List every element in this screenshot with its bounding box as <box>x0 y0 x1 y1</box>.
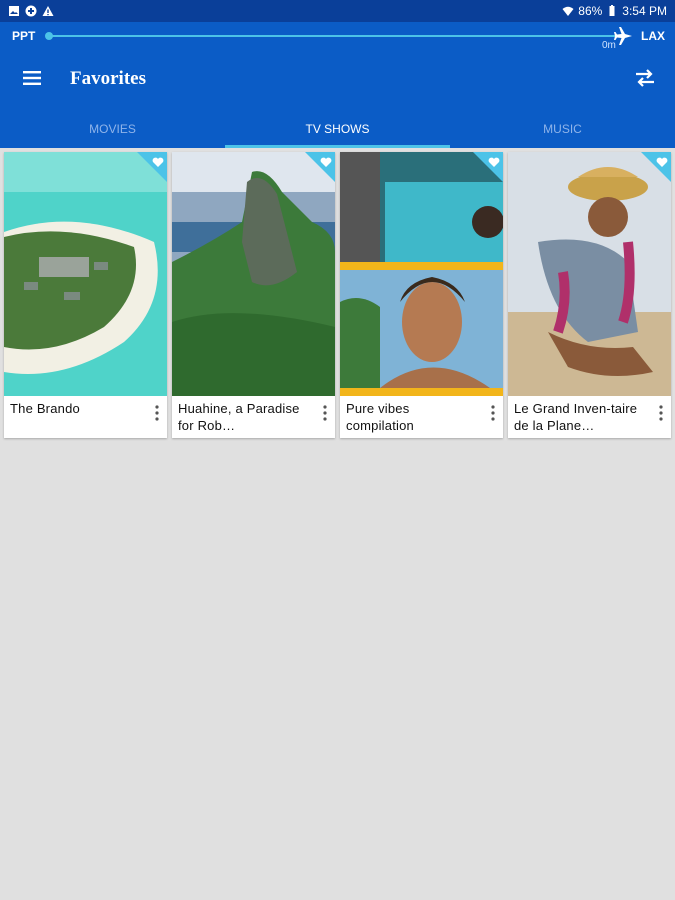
app-header: PPT 0m LAX Favorites MOVIES TV SHOWS MUS… <box>0 22 675 148</box>
favorite-heart-icon[interactable] <box>641 152 671 182</box>
favorite-card[interactable]: Le Grand Inven-taire de la Plane… <box>508 152 671 438</box>
card-title: Huahine, a Paradise for Rob… <box>178 401 300 433</box>
clock: 3:54 PM <box>622 4 667 18</box>
favorite-card[interactable]: Huahine, a Paradise for Rob… <box>172 152 335 438</box>
category-tabs: MOVIES TV SHOWS MUSIC <box>0 114 675 148</box>
tab-tv-shows[interactable]: TV SHOWS <box>225 114 450 148</box>
wifi-icon <box>562 6 574 16</box>
favorite-heart-icon[interactable] <box>305 152 335 182</box>
flight-progress: PPT 0m LAX <box>0 22 675 51</box>
destination-code: LAX <box>641 29 665 43</box>
tab-movies[interactable]: MOVIES <box>0 114 225 148</box>
more-options-icon[interactable] <box>151 404 163 422</box>
thumbnail-image <box>508 152 671 396</box>
more-options-icon[interactable] <box>655 404 667 422</box>
card-title: The Brando <box>10 401 80 416</box>
menu-icon[interactable] <box>20 66 44 90</box>
warning-icon <box>42 6 54 16</box>
favorite-heart-icon[interactable] <box>137 152 167 182</box>
airplane-icon <box>614 27 632 45</box>
card-title: Pure vibes compilation <box>346 401 414 433</box>
thumbnail-image <box>4 152 167 396</box>
origin-code: PPT <box>12 29 36 43</box>
favorite-heart-icon[interactable] <box>473 152 503 182</box>
add-circle-icon <box>25 5 37 17</box>
battery-percent: 86% <box>578 4 603 18</box>
more-options-icon[interactable] <box>319 404 331 422</box>
favorite-card[interactable]: The Brando <box>4 152 167 438</box>
distance-label: 0m <box>602 40 616 51</box>
progress-track <box>48 35 616 37</box>
swap-icon[interactable] <box>633 66 657 90</box>
tab-music[interactable]: MUSIC <box>450 114 675 148</box>
card-title: Le Grand Inven-taire de la Plane… <box>514 401 638 433</box>
favorite-card[interactable]: Pure vibes compilation <box>340 152 503 438</box>
status-bar: 86% 3:54 PM <box>0 0 675 22</box>
page-title: Favorites <box>70 68 146 89</box>
thumbnail-image <box>172 152 335 396</box>
progress-start-dot <box>45 32 53 40</box>
favorites-grid: The Brando Huahine, a Paradise for Rob… <box>4 152 672 438</box>
gallery-icon <box>9 6 19 16</box>
thumbnail-image <box>340 152 503 396</box>
battery-icon <box>609 5 615 16</box>
more-options-icon[interactable] <box>487 404 499 422</box>
